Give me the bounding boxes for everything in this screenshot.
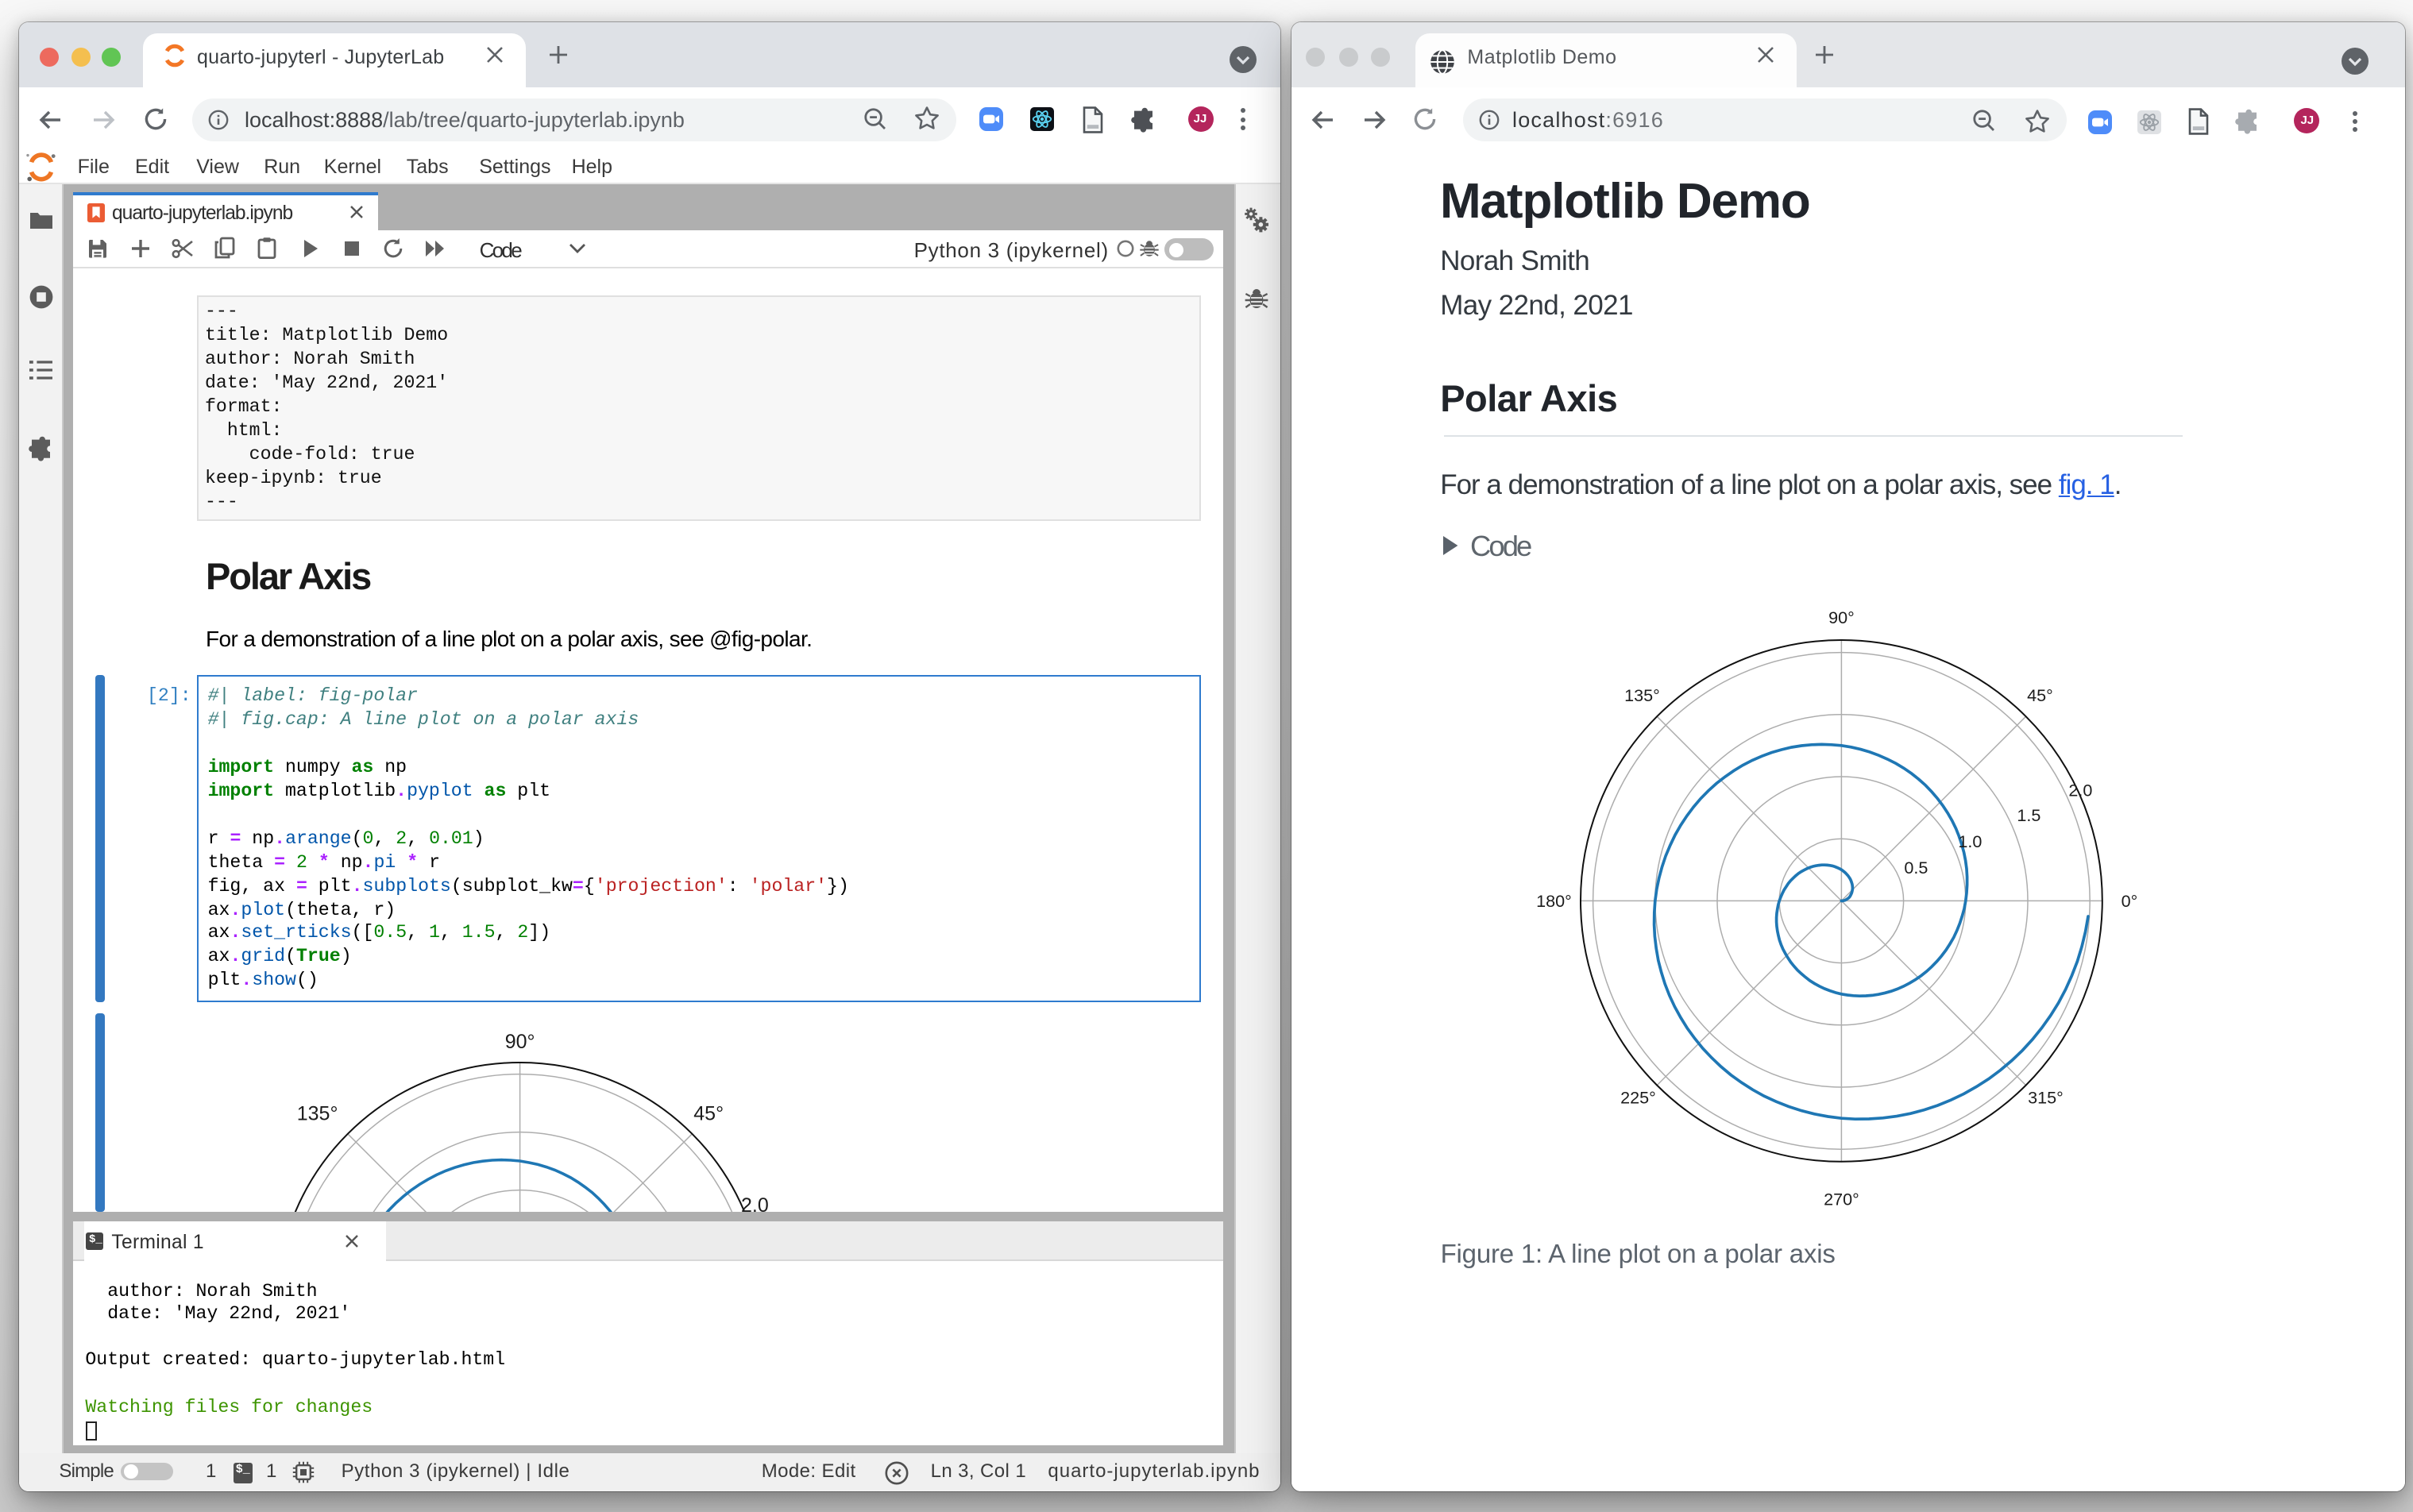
svg-text:2.0: 2.0 (2069, 780, 2093, 800)
svg-text:90°: 90° (1829, 607, 1855, 627)
svg-text:135°: 135° (297, 1102, 338, 1124)
svg-text:180°: 180° (1537, 890, 1573, 910)
svg-text:2.0: 2.0 (741, 1194, 769, 1213)
svg-text:1.5: 1.5 (2017, 804, 2041, 824)
svg-text:90°: 90° (505, 1031, 535, 1053)
svg-text:45°: 45° (694, 1102, 724, 1124)
svg-text:1.0: 1.0 (1959, 831, 1983, 850)
svg-text:225°: 225° (1621, 1087, 1657, 1107)
svg-text:135°: 135° (1625, 685, 1661, 704)
svg-text:0.5: 0.5 (1905, 857, 1928, 877)
svg-text:45°: 45° (2028, 685, 2054, 704)
svg-text:270°: 270° (1824, 1189, 1860, 1209)
svg-text:0°: 0° (2122, 890, 2138, 910)
svg-text:315°: 315° (2029, 1087, 2064, 1107)
